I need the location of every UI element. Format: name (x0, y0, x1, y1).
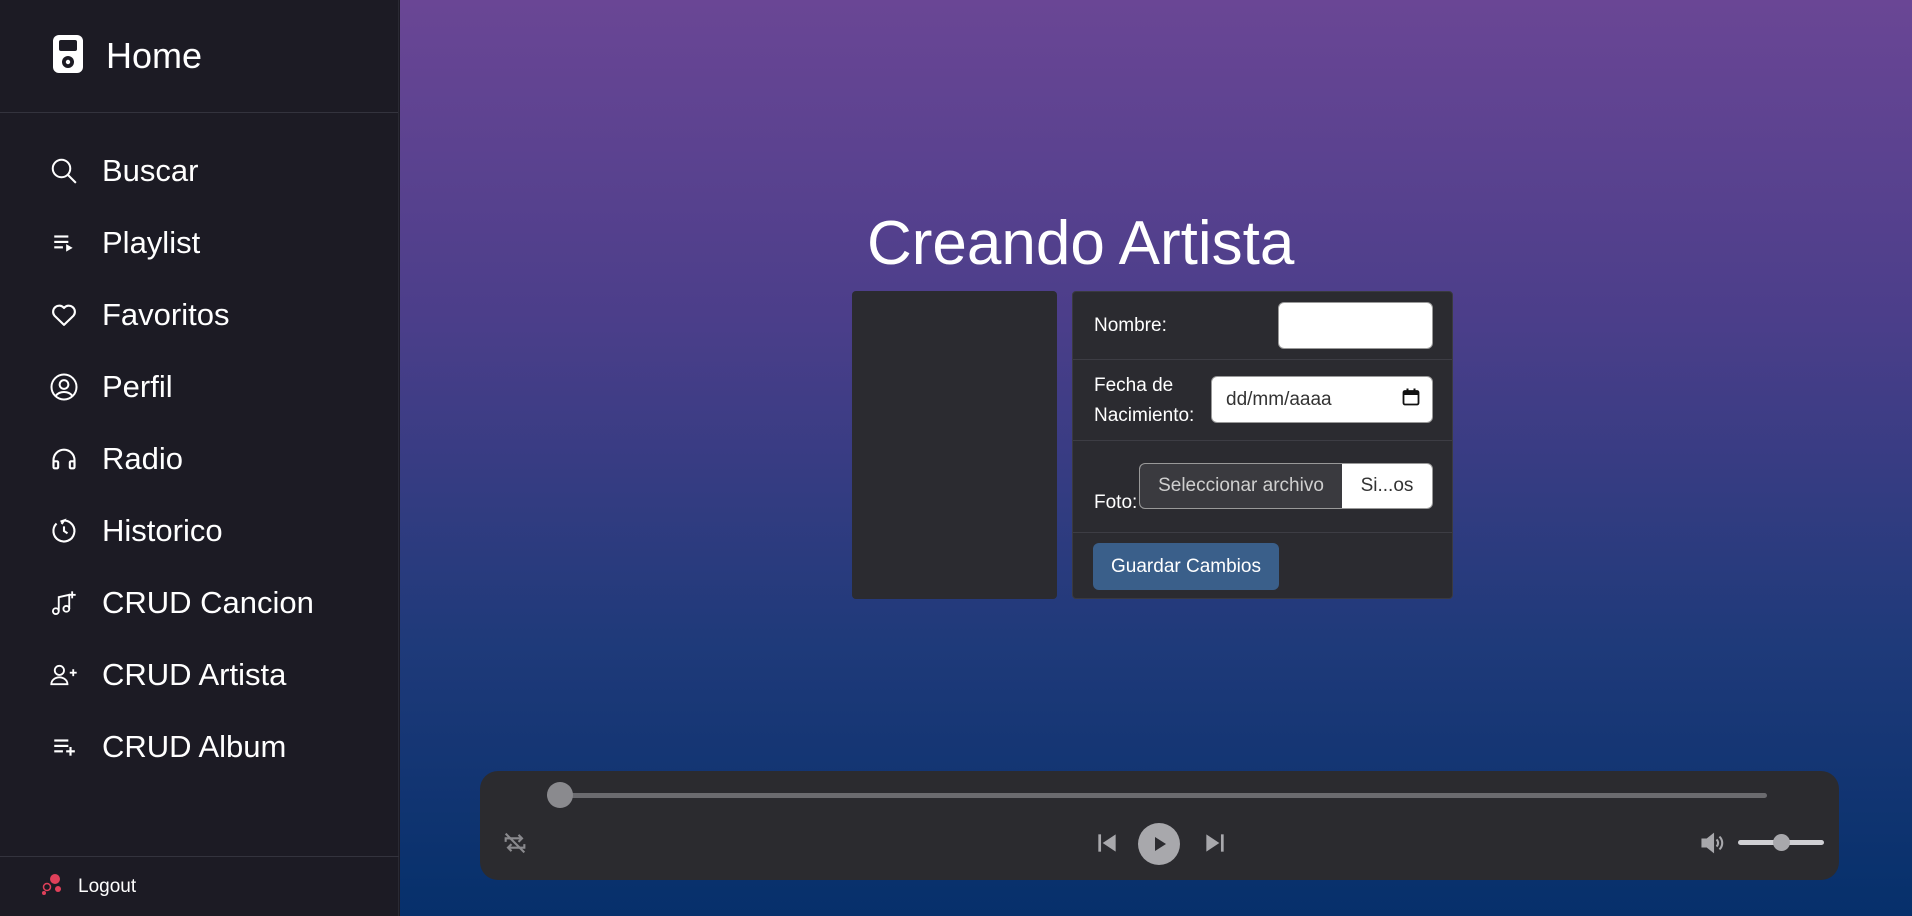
music-player (480, 771, 1839, 880)
sidebar-item-perfil[interactable]: Perfil (0, 351, 398, 423)
sidebar-item-crud-artista[interactable]: CRUD Artista (0, 639, 398, 711)
sidebar-item-radio[interactable]: Radio (0, 423, 398, 495)
date-placeholder: dd/mm/aaaa (1226, 388, 1332, 410)
search-icon (48, 155, 80, 187)
main-content: Creando Artista Nombre: Fecha de Nacimie… (400, 0, 1912, 916)
logout-logo-icon (40, 873, 66, 901)
sidebar-item-historico[interactable]: Historico (0, 495, 398, 567)
page-title: Creando Artista (867, 209, 1295, 278)
skip-previous-icon[interactable] (1092, 828, 1122, 858)
ipod-icon (52, 34, 84, 79)
headphones-icon (48, 443, 80, 475)
volume-thumb[interactable] (1772, 834, 1790, 851)
sidebar-item-favoritos[interactable]: Favoritos (0, 279, 398, 351)
play-button[interactable] (1138, 823, 1180, 865)
heart-icon (48, 299, 80, 331)
foto-row: Foto: Seleccionar archivo Si...os (1073, 441, 1452, 533)
sidebar-item-playlist[interactable]: Playlist (0, 207, 398, 279)
sidebar-item-label: Historico (102, 513, 223, 548)
artist-image-preview (852, 291, 1057, 599)
fecha-nacimiento-input[interactable]: dd/mm/aaaa (1211, 376, 1433, 423)
sidebar-item-crud-album[interactable]: CRUD Album (0, 711, 398, 783)
fecha-label-line1: Fecha de (1094, 375, 1174, 396)
music-plus-icon (48, 587, 80, 619)
sidebar-item-label: Radio (102, 441, 183, 476)
home-label: Home (106, 35, 203, 76)
sidebar-item-label: Buscar (102, 153, 199, 188)
select-file-button[interactable]: Seleccionar archivo (1140, 464, 1342, 508)
playlist-icon (48, 227, 80, 259)
sidebar-item-label: Playlist (102, 225, 201, 260)
sidebar-nav: Buscar Playlist Favoritos Perfil Radio H… (0, 113, 398, 783)
sidebar-item-buscar[interactable]: Buscar (0, 135, 398, 207)
user-plus-icon (48, 659, 80, 691)
logout-button[interactable]: Logout (0, 856, 399, 916)
actions-row: Guardar Cambios (1073, 533, 1452, 599)
skip-next-icon[interactable] (1200, 828, 1230, 858)
file-name: Si...os (1360, 475, 1414, 496)
foto-file-input[interactable]: Seleccionar archivo Si...os (1139, 463, 1433, 509)
list-plus-icon (48, 731, 80, 763)
nombre-input[interactable] (1278, 302, 1433, 349)
sidebar-item-label: Perfil (102, 369, 173, 404)
fecha-label-line2: Nacimiento: (1094, 405, 1195, 426)
nombre-row: Nombre: (1073, 292, 1452, 360)
nombre-label: Nombre: (1094, 315, 1167, 336)
repeat-off-icon[interactable] (500, 828, 530, 858)
play-icon (1155, 837, 1166, 851)
artist-form: Nombre: Fecha de Nacimiento: dd/mm/aaaa … (1072, 291, 1453, 599)
user-circle-icon (48, 371, 80, 403)
progress-thumb[interactable] (547, 782, 573, 808)
sidebar: Home Buscar Playlist Favoritos Perfil Ra… (0, 0, 399, 916)
sidebar-item-label: Favoritos (102, 297, 230, 332)
home-link[interactable]: Home (0, 0, 398, 113)
volume-icon[interactable] (1697, 828, 1729, 858)
foto-label: Foto: (1094, 492, 1138, 513)
calendar-icon[interactable] (1402, 388, 1420, 412)
sidebar-item-label: CRUD Artista (102, 657, 287, 692)
fecha-label: Fecha de Nacimiento: (1094, 371, 1194, 431)
history-icon (48, 515, 80, 547)
fecha-row: Fecha de Nacimiento: dd/mm/aaaa (1073, 360, 1452, 441)
sidebar-item-label: CRUD Cancion (102, 585, 314, 620)
logout-label: Logout (78, 875, 137, 897)
sidebar-item-crud-cancion[interactable]: CRUD Cancion (0, 567, 398, 639)
volume-slider[interactable] (1738, 834, 1824, 851)
sidebar-item-label: CRUD Album (102, 729, 287, 764)
save-button[interactable]: Guardar Cambios (1093, 543, 1279, 590)
progress-bar[interactable] (547, 782, 1767, 808)
